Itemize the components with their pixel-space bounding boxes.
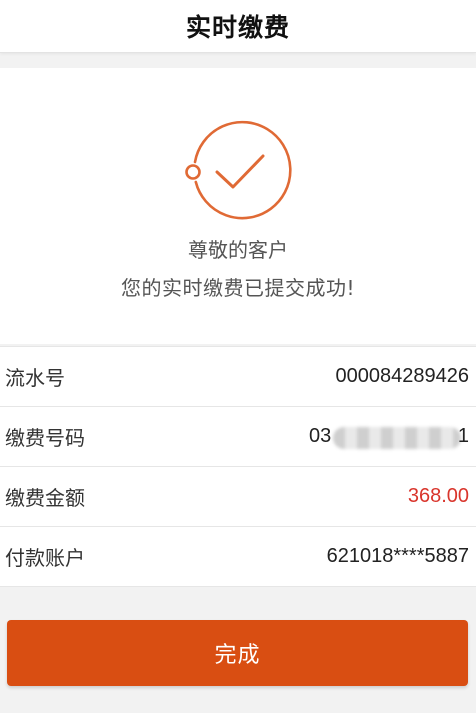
done-button[interactable]: 完成 bbox=[7, 620, 468, 686]
serial-number-row: 流水号 000084289426 bbox=[0, 347, 476, 407]
payment-amount-label: 缴费金额 bbox=[5, 486, 85, 510]
payment-amount-value: 368.00 bbox=[407, 485, 469, 507]
payment-number-label: 缴费号码 bbox=[5, 426, 85, 450]
serial-number-value: 000084289426 bbox=[335, 365, 469, 387]
payment-account-label: 付款账户 bbox=[5, 546, 85, 570]
greeting-text: 尊敬的客户 bbox=[188, 238, 288, 262]
serial-number-label: 流水号 bbox=[5, 366, 65, 390]
check-circle-icon bbox=[185, 120, 292, 220]
masked-digits bbox=[333, 427, 461, 449]
payment-details-list: 流水号 000084289426 缴费号码 03 1 缴费金额 368.00 付… bbox=[0, 346, 476, 587]
payment-amount-row: 缴费金额 368.00 bbox=[0, 467, 476, 527]
payment-number-prefix: 03 bbox=[309, 425, 332, 447]
payment-account-row: 付款账户 621018****5887 bbox=[0, 527, 476, 587]
payment-number-value: 03 1 bbox=[309, 425, 469, 449]
payment-number-row: 缴费号码 03 1 bbox=[0, 407, 476, 467]
success-message: 您的实时缴费已提交成功! bbox=[120, 276, 356, 300]
top-bar: 实时缴费 bbox=[0, 0, 476, 53]
success-card: 尊敬的客户 您的实时缴费已提交成功! bbox=[0, 68, 476, 344]
page-title: 实时缴费 bbox=[185, 13, 290, 42]
payment-success-page: 实时缴费 尊敬的客户 您的实时缴费已提交成功! 流水号 000084289426… bbox=[0, 0, 476, 713]
payment-number-suffix: 1 bbox=[457, 425, 469, 447]
payment-account-value: 621018****5887 bbox=[326, 545, 469, 567]
